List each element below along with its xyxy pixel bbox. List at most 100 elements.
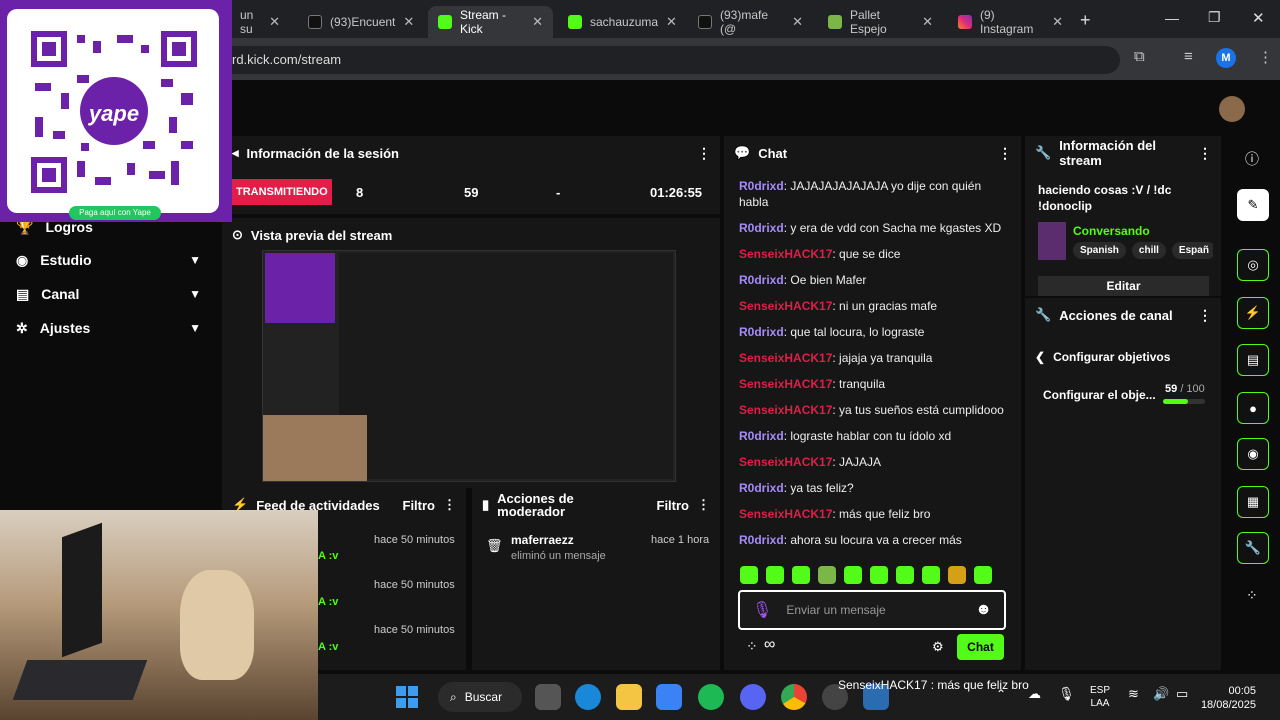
close-icon[interactable]: ✕ — [1052, 14, 1063, 30]
emoji-icon[interactable]: ☻ — [975, 601, 992, 619]
chat-text: y era de vdd con Sacha me kgastes XD — [790, 221, 1002, 235]
chat-username[interactable]: R0drixd — [739, 273, 784, 287]
mic-icon[interactable]: 🎙 — [752, 600, 772, 620]
new-tab-icon[interactable]: + — [1080, 10, 1091, 31]
chat-username[interactable]: R0drixd — [739, 429, 784, 443]
browser-tab[interactable]: (9) Instagram ✕ — [948, 6, 1073, 38]
windows-start-icon[interactable] — [396, 686, 418, 708]
emote-icon[interactable] — [844, 566, 862, 584]
bolt-icon[interactable]: ⚡ — [1237, 297, 1269, 329]
maximize-icon[interactable]: ❐ — [1208, 9, 1221, 26]
info-icon[interactable]: ⓘ — [1245, 149, 1259, 169]
cloud-icon[interactable]: ☁ — [1028, 686, 1041, 702]
more-icon[interactable]: ⋮ — [1198, 307, 1212, 324]
chat-username[interactable]: R0drixd — [739, 481, 784, 495]
document-icon[interactable]: ▤ — [1237, 344, 1269, 376]
extensions-icon[interactable]: ⧉ — [1134, 48, 1145, 65]
goals-back[interactable]: ❮ Configurar objetivos — [1035, 350, 1170, 364]
folder-icon[interactable] — [616, 684, 642, 710]
chat-username[interactable]: SenseixHACK17 — [739, 377, 832, 391]
browser-tab[interactable]: (93)mafe (@ ✕ — [688, 6, 813, 38]
close-icon[interactable]: ✕ — [792, 14, 803, 30]
emote-icon[interactable] — [896, 566, 914, 584]
more-icon[interactable]: ⋮ — [697, 497, 710, 513]
apps-icon[interactable]: ⁘ — [1246, 587, 1258, 604]
edit-button[interactable]: Editar — [1038, 276, 1209, 296]
rewards-icon[interactable]: ⁘ — [746, 638, 758, 655]
close-icon[interactable]: ✕ — [922, 14, 933, 30]
browser-tab-active[interactable]: Stream - Kick ✕ — [428, 6, 553, 38]
filter-button[interactable]: Filtro — [657, 498, 690, 513]
avatar[interactable] — [1219, 96, 1245, 122]
menu-icon[interactable]: ⋮ — [1258, 48, 1273, 66]
more-icon[interactable]: ⋮ — [697, 145, 711, 162]
broadcast-icon[interactable]: ◉ — [1237, 438, 1269, 470]
emote-icon[interactable] — [818, 566, 836, 584]
filter-button[interactable]: Filtro — [403, 498, 436, 513]
sidebar-item-canal[interactable]: ▤ Canal ▼ — [16, 282, 201, 306]
mod-user[interactable]: maferraezz — [511, 533, 574, 547]
camera-icon[interactable]: ◎ — [1237, 249, 1269, 281]
emote-icon[interactable] — [922, 566, 940, 584]
more-icon[interactable]: ⋮ — [998, 145, 1012, 162]
close-window-icon[interactable]: ✕ — [1252, 9, 1265, 27]
edge-icon[interactable] — [575, 684, 601, 710]
chat-username[interactable]: R0drixd — [739, 221, 784, 235]
battery-icon[interactable]: ▭ — [1176, 686, 1188, 702]
close-icon[interactable]: ✕ — [532, 14, 543, 30]
volume-icon[interactable]: 🔊 — [1153, 686, 1169, 702]
discord-icon[interactable] — [740, 684, 766, 710]
close-icon[interactable]: ✕ — [403, 14, 414, 30]
taskbar-search[interactable]: ⌕ Buscar — [438, 682, 522, 712]
emote-icon[interactable] — [974, 566, 992, 584]
chat-username[interactable]: R0drixd — [739, 533, 784, 547]
dashboard-icon[interactable]: ▦ — [1237, 486, 1269, 518]
live-badge: TRANSMITIENDO — [232, 179, 332, 205]
chat-username[interactable]: SenseixHACK17 — [739, 507, 832, 521]
gear-icon[interactable]: ⚙ — [932, 639, 944, 655]
chat-bubble-icon[interactable]: ● — [1237, 392, 1269, 424]
browser-tab[interactable]: sachauzuma ✕ — [558, 6, 683, 38]
emote-icon[interactable] — [948, 566, 966, 584]
store-icon[interactable] — [656, 684, 682, 710]
chat-username[interactable]: SenseixHACK17 — [739, 351, 832, 365]
wrench-icon[interactable]: 🔧 — [1237, 532, 1269, 564]
stream-preview-video[interactable] — [262, 250, 676, 482]
chat-username[interactable]: R0drixd — [739, 325, 784, 339]
browser-tab[interactable]: un su ✕ — [230, 6, 290, 38]
chat-username[interactable]: SenseixHACK17 — [739, 455, 832, 469]
chat-username[interactable]: R0drixd — [739, 179, 784, 193]
close-icon[interactable]: ✕ — [666, 14, 677, 30]
close-icon[interactable]: ✕ — [269, 14, 280, 30]
browser-tab[interactable]: Pallet Espejo ✕ — [818, 6, 943, 38]
sidebar-item-estudio[interactable]: ◉ Estudio ▼ — [16, 248, 201, 272]
chevron-up-icon[interactable]: ⌃ — [996, 687, 1006, 701]
media-icon[interactable]: ≡ — [1184, 48, 1193, 65]
edit-icon[interactable]: ✎ — [1237, 189, 1269, 221]
emote-icon[interactable] — [766, 566, 784, 584]
goal-label[interactable]: Configurar el obje... — [1043, 388, 1156, 402]
category-name[interactable]: Conversando — [1073, 224, 1150, 238]
send-chat-button[interactable]: Chat — [957, 634, 1004, 660]
chat-username[interactable]: SenseixHACK17 — [739, 299, 832, 313]
more-icon[interactable]: ⋮ — [443, 497, 456, 513]
chrome-icon[interactable] — [781, 684, 807, 710]
emote-icon[interactable] — [740, 566, 758, 584]
wifi-icon[interactable]: ≋ — [1128, 686, 1139, 702]
sidebar-item-ajustes[interactable]: ✲ Ajustes ▼ — [16, 316, 201, 340]
clock[interactable]: 00:05 18/08/2025 — [1198, 684, 1256, 712]
browser-tab[interactable]: (93)Encuent ✕ — [298, 6, 423, 38]
chat-username[interactable]: SenseixHACK17 — [739, 403, 832, 417]
emote-icon[interactable] — [870, 566, 888, 584]
spotify-icon[interactable] — [698, 684, 724, 710]
mic-icon[interactable]: 🎙 — [1058, 686, 1075, 702]
chat-input[interactable]: 🎙 Enviar un mensaje ☻ — [738, 590, 1006, 630]
url-input[interactable]: rd.kick.com/stream — [220, 46, 1120, 74]
emote-icon[interactable] — [792, 566, 810, 584]
profile-avatar[interactable]: M — [1216, 48, 1236, 68]
chat-username[interactable]: SenseixHACK17 — [739, 247, 832, 261]
more-icon[interactable]: ⋮ — [1198, 145, 1212, 162]
task-view-icon[interactable] — [535, 684, 561, 710]
minimize-icon[interactable]: — — [1165, 10, 1179, 26]
language-indicator[interactable]: ESP LAA — [1090, 684, 1110, 710]
